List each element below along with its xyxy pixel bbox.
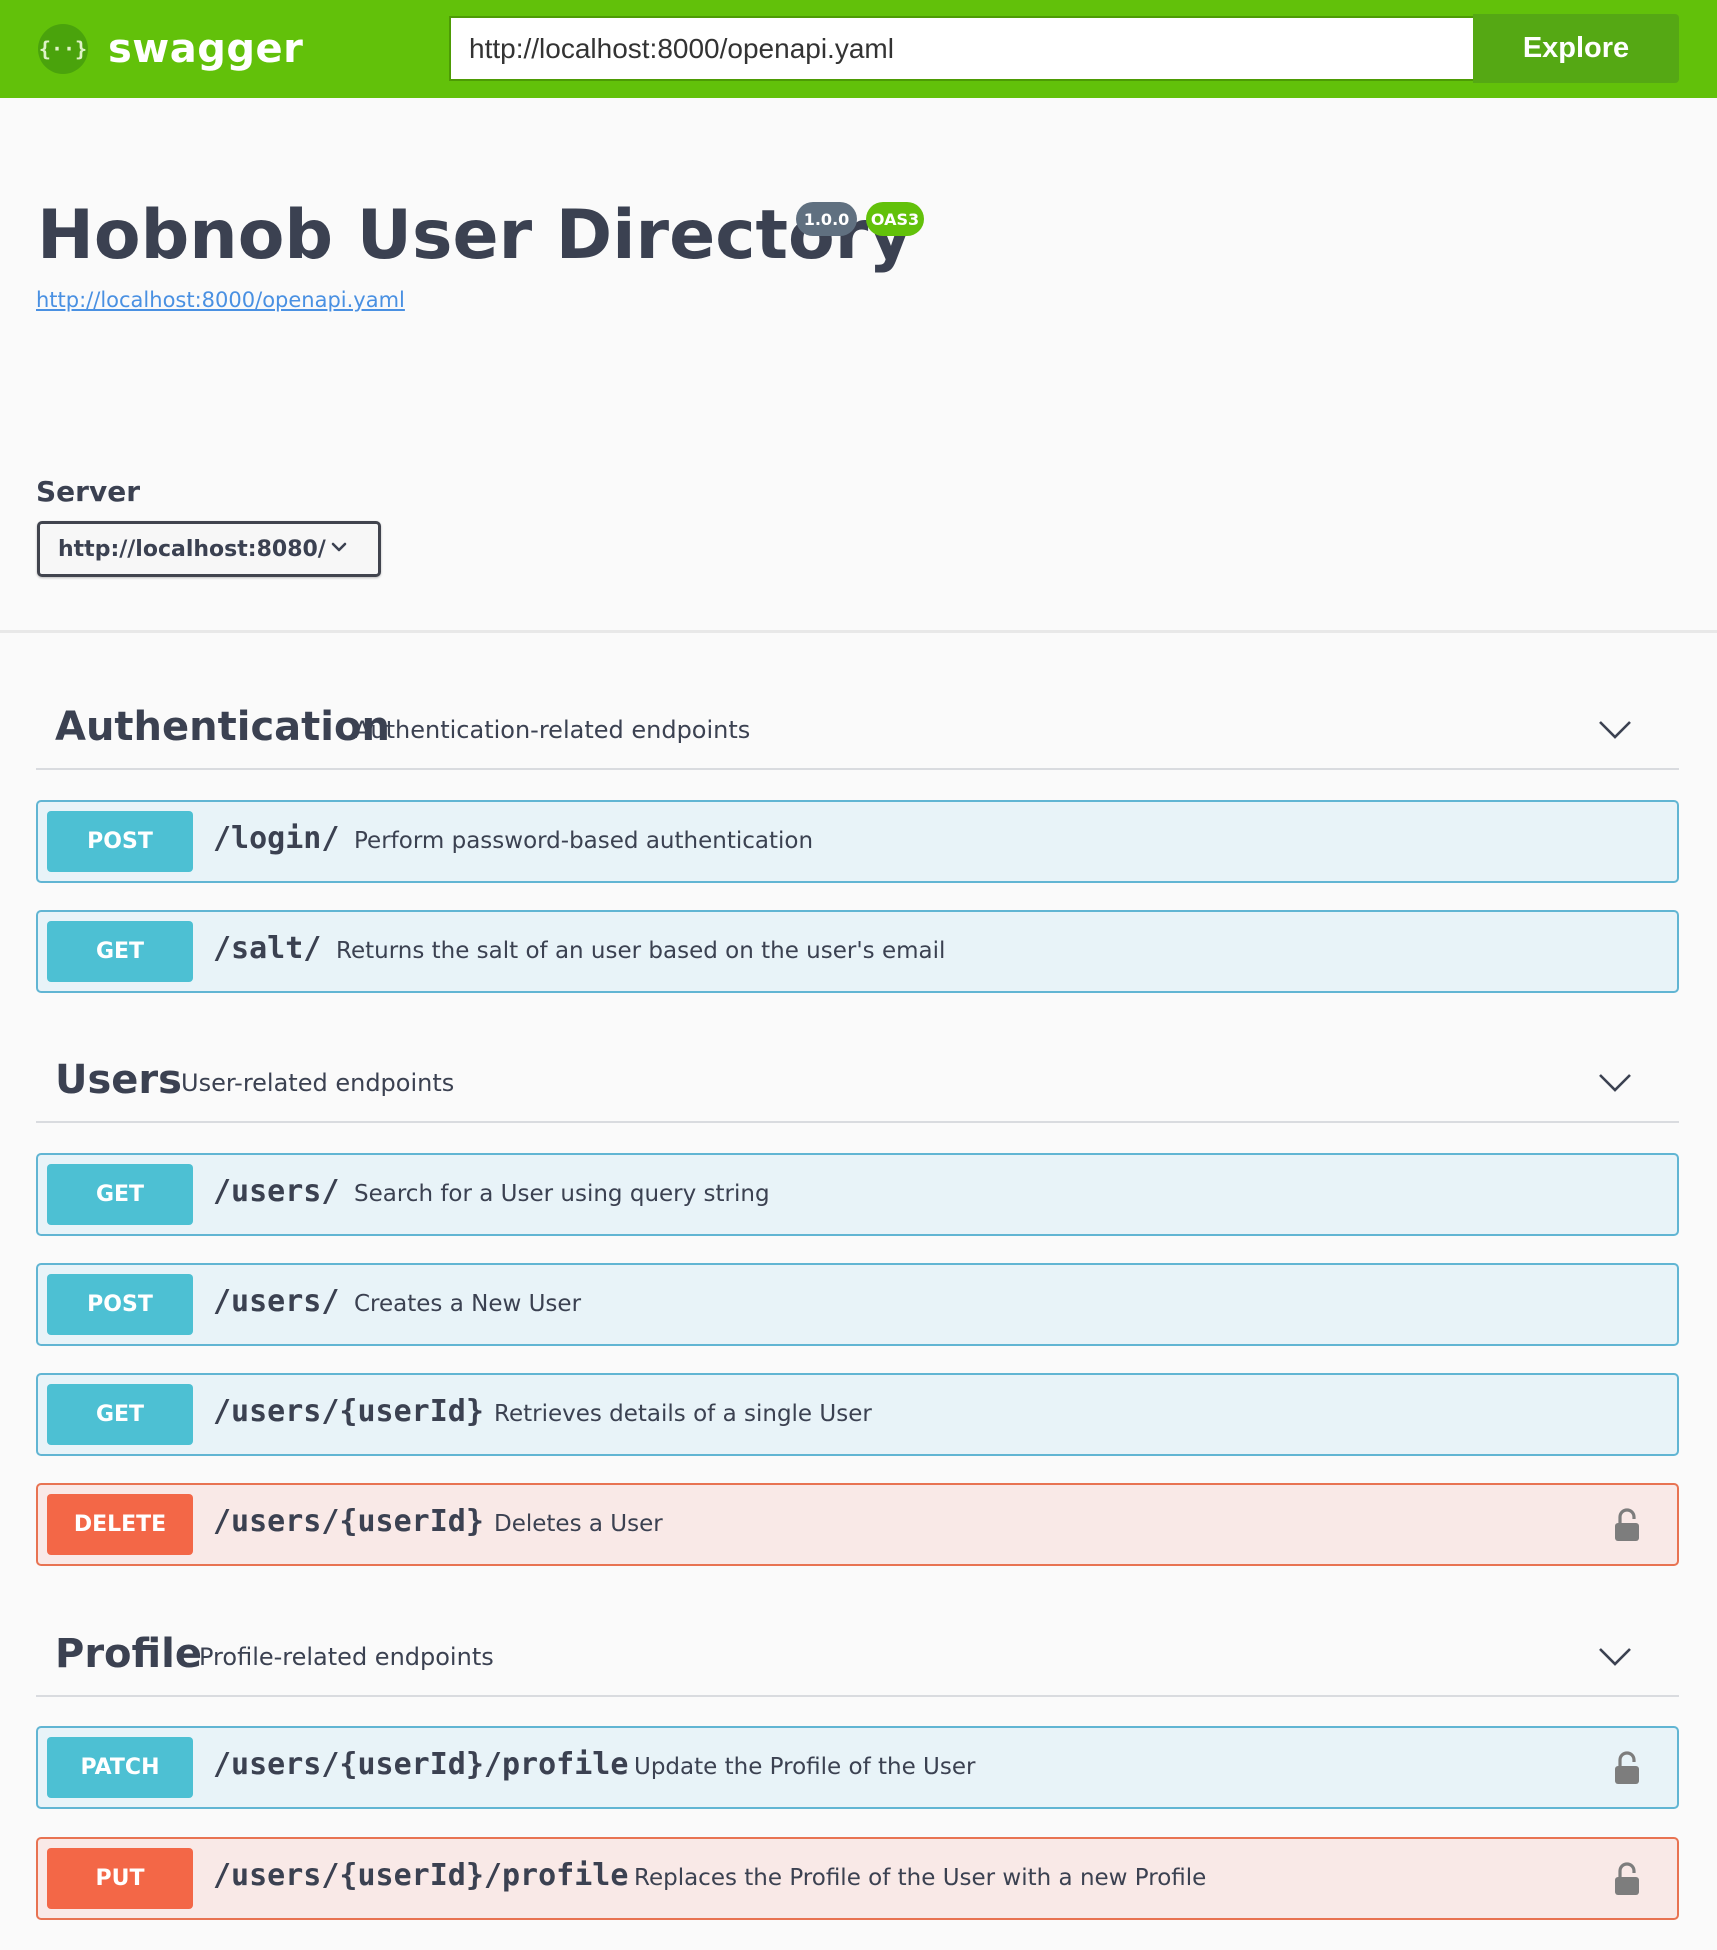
method-badge: GET <box>47 921 193 982</box>
operation-put-profile[interactable]: PUT /users/{userId}/profile Replaces the… <box>36 1837 1679 1920</box>
tag-authentication[interactable]: Authentication Authentication-related en… <box>36 694 1679 770</box>
swagger-logo-icon: {··} <box>38 24 88 74</box>
top-bar: {··} swagger Explore <box>0 0 1717 98</box>
version-badge: 1.0.0 <box>796 202 857 236</box>
spec-url-input[interactable] <box>449 16 1473 81</box>
operation-summary: Deletes a User <box>494 1511 663 1537</box>
operation-path: /users/{userId}/profile <box>213 1858 629 1893</box>
method-badge: PATCH <box>47 1737 193 1798</box>
server-select[interactable]: http://localhost:8080/ <box>37 521 381 577</box>
lock-icon[interactable] <box>1612 1861 1642 1897</box>
oas-badge: OAS3 <box>866 202 924 236</box>
tag-name: Authentication <box>55 704 390 750</box>
operation-summary: Retrieves details of a single User <box>494 1401 872 1427</box>
method-badge: GET <box>47 1164 193 1225</box>
operation-patch-profile[interactable]: PATCH /users/{userId}/profile Update the… <box>36 1726 1679 1809</box>
operation-post-login[interactable]: POST /login/ Perform password-based auth… <box>36 800 1679 883</box>
tag-description: Authentication-related endpoints <box>354 716 751 744</box>
method-badge: DELETE <box>47 1494 193 1555</box>
brand-name: swagger <box>108 26 304 72</box>
operation-get-users[interactable]: GET /users/ Search for a User using quer… <box>36 1153 1679 1236</box>
operation-summary: Update the Profile of the User <box>634 1754 976 1780</box>
divider <box>0 630 1717 633</box>
operation-post-users[interactable]: POST /users/ Creates a New User <box>36 1263 1679 1346</box>
swagger-brand[interactable]: {··} swagger <box>38 24 303 74</box>
operation-path: /users/{userId} <box>213 1394 484 1429</box>
lock-icon[interactable] <box>1612 1750 1642 1786</box>
operation-summary: Search for a User using query string <box>354 1181 770 1207</box>
chevron-down-icon[interactable] <box>1597 1064 1633 1100</box>
tag-description: Profile-related endpoints <box>199 1643 494 1671</box>
explore-button[interactable]: Explore <box>1473 14 1679 83</box>
operation-get-salt[interactable]: GET /salt/ Returns the salt of an user b… <box>36 910 1679 993</box>
lock-icon[interactable] <box>1612 1507 1642 1543</box>
tag-description: User-related endpoints <box>181 1069 455 1097</box>
operation-path: /users/{userId} <box>213 1504 484 1539</box>
page-title: Hobnob User Directory <box>37 196 913 275</box>
operation-get-user-by-id[interactable]: GET /users/{userId} Retrieves details of… <box>36 1373 1679 1456</box>
method-badge: POST <box>47 811 193 872</box>
operation-path: /users/ <box>213 1174 340 1209</box>
tag-name: Profile <box>55 1631 203 1677</box>
method-badge: PUT <box>47 1848 193 1909</box>
method-badge: POST <box>47 1274 193 1335</box>
method-badge: GET <box>47 1384 193 1445</box>
operation-summary: Perform password-based authentication <box>354 828 814 854</box>
operation-delete-user[interactable]: DELETE /users/{userId} Deletes a User <box>36 1483 1679 1566</box>
server-selected-value: http://localhost:8080/ <box>58 536 326 562</box>
operation-summary: Creates a New User <box>354 1291 582 1317</box>
chevron-down-icon <box>331 542 347 552</box>
chevron-down-icon[interactable] <box>1597 1638 1633 1674</box>
operation-path: /salt/ <box>213 931 322 966</box>
tag-users[interactable]: Users User-related endpoints <box>36 1047 1679 1123</box>
operation-path: /users/{userId}/profile <box>213 1747 629 1782</box>
operation-path: /login/ <box>213 821 340 856</box>
operation-summary: Replaces the Profile of the User with a … <box>634 1865 1207 1891</box>
operation-path: /users/ <box>213 1284 340 1319</box>
server-label: Server <box>36 475 141 508</box>
tag-profile[interactable]: Profile Profile-related endpoints <box>36 1621 1679 1697</box>
tag-name: Users <box>55 1057 182 1103</box>
spec-link[interactable]: http://localhost:8000/openapi.yaml <box>36 288 405 312</box>
operation-summary: Returns the salt of an user based on the… <box>336 938 946 964</box>
chevron-down-icon[interactable] <box>1597 711 1633 747</box>
